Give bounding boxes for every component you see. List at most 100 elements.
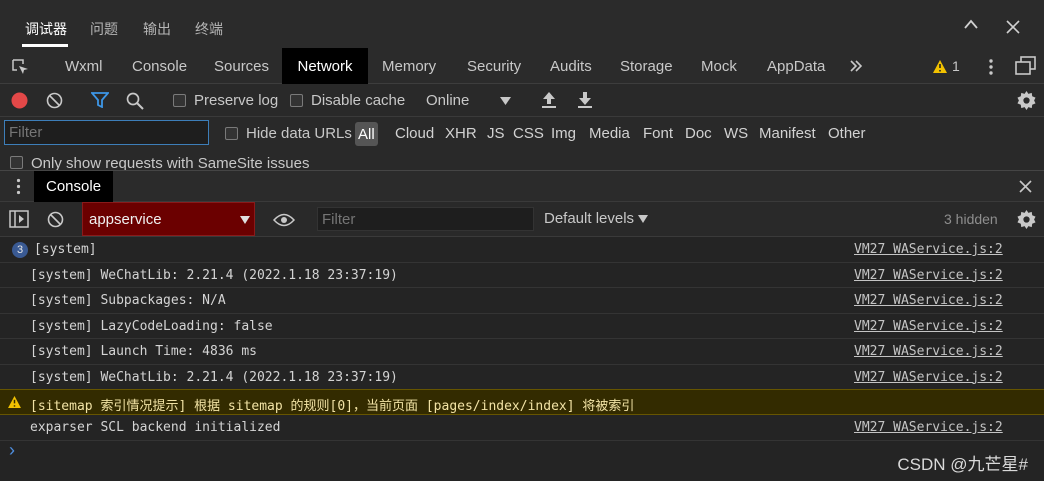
console-message: [system] WeChatLib: 2.21.4 (2022.1.18 23… xyxy=(0,263,1044,288)
network-toolbar: Preserve log Disable cache Online xyxy=(0,84,1044,117)
context-select-value: appservice xyxy=(89,211,162,228)
tab-console[interactable]: Console xyxy=(132,48,187,84)
dropdown-arrow-icon[interactable] xyxy=(500,97,511,105)
context-dropdown-icon xyxy=(240,216,250,224)
message-text: [system] WeChatLib: 2.21.4 (2022.1.18 23… xyxy=(30,267,398,283)
console-message: [system] Subpackages: N/A VM27 WAService… xyxy=(0,288,1044,314)
disable-cache-label: Disable cache xyxy=(311,92,406,109)
type-filter-other[interactable]: Other xyxy=(828,117,866,150)
levels-dropdown-icon[interactable] xyxy=(638,215,648,223)
type-filter-doc[interactable]: Doc xyxy=(685,117,712,150)
network-filter-bar: Hide data URLs All Cloud XHR JS CSS Img … xyxy=(0,117,1044,150)
more-tabs-icon[interactable] xyxy=(849,59,863,73)
samesite-checkbox[interactable] xyxy=(10,156,23,169)
console-prompt-chevron-icon: › xyxy=(9,440,15,460)
message-source-link[interactable]: VM27 WAService.js:2 xyxy=(854,370,1003,385)
type-filter-media[interactable]: Media xyxy=(589,117,630,150)
hidden-count: 3 hidden xyxy=(944,211,998,227)
type-filter-css[interactable]: CSS xyxy=(513,117,544,150)
close-drawer-icon[interactable] xyxy=(1019,180,1032,193)
console-settings-gear-icon[interactable] xyxy=(1017,210,1036,229)
record-icon[interactable] xyxy=(11,92,28,109)
kebab-menu-icon[interactable] xyxy=(988,58,994,76)
sidebar-toggle-icon[interactable] xyxy=(9,210,29,228)
type-filter-xhr[interactable]: XHR xyxy=(445,117,477,150)
log-levels-select[interactable]: Default levels xyxy=(544,210,634,227)
warning-icon[interactable] xyxy=(933,60,947,73)
message-text: [sitemap 索引情况提示] 根据 sitemap 的规则[0]，当前页面 … xyxy=(30,399,635,414)
tab-output[interactable]: 输出 xyxy=(143,0,171,48)
message-source-link[interactable]: VM27 WAService.js:2 xyxy=(854,319,1003,334)
chevron-up-icon[interactable] xyxy=(963,18,979,30)
clear-console-icon[interactable] xyxy=(47,211,64,228)
message-source-link[interactable]: VM27 WAService.js:2 xyxy=(854,344,1003,359)
watermark: CSDN @九芒星# xyxy=(897,455,1028,474)
tab-wxml[interactable]: Wxml xyxy=(65,48,103,84)
throttle-select[interactable]: Online xyxy=(426,92,469,109)
console-message: 3 [system] VM27 WAService.js:2 xyxy=(0,237,1044,263)
type-filter-all[interactable]: All xyxy=(355,122,378,146)
filter-funnel-icon[interactable] xyxy=(91,92,109,108)
console-message: exparser SCL backend initialized VM27 WA… xyxy=(0,415,1044,441)
samesite-label: Only show requests with SameSite issues xyxy=(31,155,310,170)
live-expression-eye-icon[interactable] xyxy=(273,213,295,227)
tab-storage[interactable]: Storage xyxy=(620,48,673,84)
disable-cache-checkbox[interactable] xyxy=(290,94,303,107)
preserve-log-checkbox[interactable] xyxy=(173,94,186,107)
repeat-count-badge: 3 xyxy=(12,242,28,258)
tab-audits[interactable]: Audits xyxy=(550,48,592,84)
export-har-icon[interactable] xyxy=(577,91,593,109)
tab-appdata[interactable]: AppData xyxy=(767,48,825,84)
message-source-link[interactable]: VM27 WAService.js:2 xyxy=(854,420,1003,435)
type-filter-js[interactable]: JS xyxy=(487,117,505,150)
hide-data-urls-checkbox[interactable] xyxy=(225,127,238,140)
console-toolbar: appservice Default levels 3 hidden xyxy=(0,202,1044,237)
message-text: exparser SCL backend initialized xyxy=(30,420,281,435)
warning-count[interactable]: 1 xyxy=(952,58,960,74)
console-filter-input[interactable] xyxy=(317,207,534,231)
tab-network[interactable]: Network xyxy=(282,48,368,84)
tab-memory[interactable]: Memory xyxy=(382,48,436,84)
message-text: [system] LazyCodeLoading: false xyxy=(30,318,273,334)
import-har-icon[interactable] xyxy=(541,91,557,109)
console-input-area[interactable]: › xyxy=(0,440,1044,481)
console-message: [system] LazyCodeLoading: false VM27 WAS… xyxy=(0,314,1044,339)
network-settings-gear-icon[interactable] xyxy=(1017,91,1036,110)
drawer-tab-console[interactable]: Console xyxy=(34,171,114,202)
tab-problems[interactable]: 问题 xyxy=(90,0,118,48)
message-text: [system] Subpackages: N/A xyxy=(30,293,226,308)
undock-icon[interactable] xyxy=(1015,56,1037,76)
tab-mock[interactable]: Mock xyxy=(701,48,737,84)
network-filter-input[interactable] xyxy=(4,120,209,145)
tab-terminal[interactable]: 终端 xyxy=(195,0,223,48)
panel-tab-bar: 调试器 问题 输出 终端 xyxy=(0,0,1044,48)
active-tab-indicator xyxy=(22,44,68,47)
hide-data-urls-label: Hide data URLs xyxy=(246,125,352,142)
tab-sources[interactable]: Sources xyxy=(214,48,269,84)
type-filter-manifest[interactable]: Manifest xyxy=(759,117,816,150)
close-icon[interactable] xyxy=(1006,20,1020,34)
console-message: [system] Launch Time: 4836 ms VM27 WASer… xyxy=(0,339,1044,365)
console-message: [system] WeChatLib: 2.21.4 (2022.1.18 23… xyxy=(0,365,1044,390)
context-select[interactable]: appservice xyxy=(82,202,255,236)
search-icon[interactable] xyxy=(126,92,144,110)
drawer-header: Console xyxy=(0,170,1044,202)
samesite-row: Only show requests with SameSite issues xyxy=(0,150,1044,170)
clear-icon[interactable] xyxy=(46,92,63,109)
tab-debugger[interactable]: 调试器 xyxy=(25,0,67,48)
drawer-menu-icon[interactable] xyxy=(16,178,21,195)
warning-icon xyxy=(8,396,21,408)
message-text: [system] WeChatLib: 2.21.4 (2022.1.18 23… xyxy=(30,369,398,385)
type-filter-img[interactable]: Img xyxy=(551,117,576,150)
message-source-link[interactable]: VM27 WAService.js:2 xyxy=(854,268,1003,283)
type-filter-font[interactable]: Font xyxy=(643,117,673,150)
tab-security[interactable]: Security xyxy=(467,48,521,84)
type-filter-cloud[interactable]: Cloud xyxy=(395,117,434,150)
inspect-element-icon[interactable] xyxy=(10,57,30,77)
type-filter-ws[interactable]: WS xyxy=(724,117,748,150)
message-source-link[interactable]: VM27 WAService.js:2 xyxy=(854,293,1003,308)
console-warning-message: [sitemap 索引情况提示] 根据 sitemap 的规则[0]，当前页面 … xyxy=(0,389,1044,415)
preserve-log-label: Preserve log xyxy=(194,92,279,109)
message-source-link[interactable]: VM27 WAService.js:2 xyxy=(854,242,1003,257)
devtools-tab-bar: Wxml Console Sources Network Memory Secu… xyxy=(0,48,1044,84)
